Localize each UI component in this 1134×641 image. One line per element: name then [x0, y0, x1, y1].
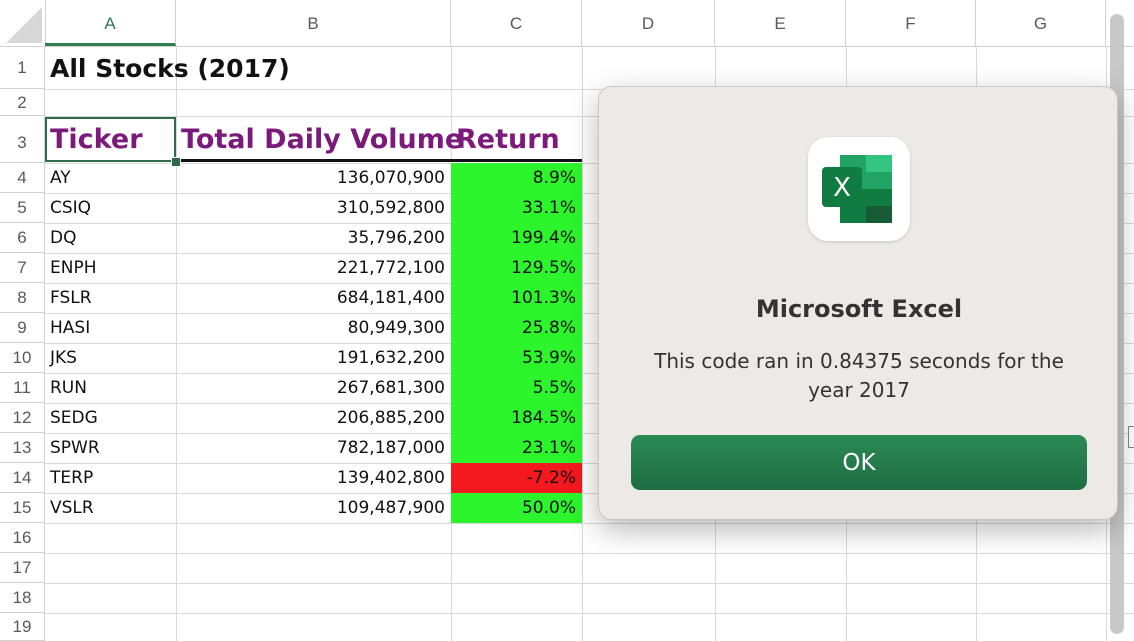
- excel-logo-icon: X: [822, 155, 892, 223]
- ticker-cell[interactable]: CSIQ: [45, 193, 176, 223]
- column-header-c[interactable]: C: [451, 0, 582, 46]
- return-cell[interactable]: 25.8%: [451, 313, 582, 343]
- ok-button[interactable]: OK: [631, 435, 1087, 490]
- excel-app-icon: X: [808, 137, 910, 241]
- row-header-17[interactable]: 17: [0, 553, 45, 583]
- dialog-message: This code ran in 0.84375 seconds for the…: [654, 349, 1064, 402]
- row-header-19[interactable]: 19: [0, 613, 45, 641]
- row-header-15[interactable]: 15: [0, 493, 45, 523]
- gridline-horizontal: [45, 553, 1134, 554]
- volume-cell[interactable]: 109,487,900: [176, 493, 451, 523]
- dialog-title: Microsoft Excel: [755, 295, 963, 323]
- column-header-a[interactable]: A: [45, 0, 176, 46]
- return-cell[interactable]: 129.5%: [451, 253, 582, 283]
- header-return[interactable]: Return: [456, 118, 560, 161]
- select-all-corner[interactable]: [0, 0, 46, 46]
- header-bottom-border: [176, 159, 582, 162]
- volume-cell[interactable]: 684,181,400: [176, 283, 451, 313]
- fill-handle[interactable]: [171, 157, 181, 167]
- ticker-cell[interactable]: FSLR: [45, 283, 176, 313]
- volume-cell[interactable]: 206,885,200: [176, 403, 451, 433]
- return-cell[interactable]: -7.2%: [451, 463, 582, 493]
- ticker-cell[interactable]: HASI: [45, 313, 176, 343]
- row-header-10[interactable]: 10: [0, 343, 45, 373]
- volume-cell[interactable]: 191,632,200: [176, 343, 451, 373]
- row-header-4[interactable]: 4: [0, 163, 45, 193]
- ticker-cell[interactable]: RUN: [45, 373, 176, 403]
- row-header-11[interactable]: 11: [0, 373, 45, 403]
- volume-cell[interactable]: 35,796,200: [176, 223, 451, 253]
- header-total-daily-volume[interactable]: Total Daily Volume: [181, 118, 463, 161]
- ticker-cell[interactable]: SEDG: [45, 403, 176, 433]
- gridline-horizontal: [45, 583, 1134, 584]
- ticker-cell[interactable]: JKS: [45, 343, 176, 373]
- row-header-12[interactable]: 12: [0, 403, 45, 433]
- return-cell[interactable]: 184.5%: [451, 403, 582, 433]
- volume-cell[interactable]: 310,592,800: [176, 193, 451, 223]
- return-cell[interactable]: 33.1%: [451, 193, 582, 223]
- volume-cell[interactable]: 136,070,900: [176, 163, 451, 193]
- volume-cell[interactable]: 80,949,300: [176, 313, 451, 343]
- row-header-1[interactable]: 1: [0, 46, 45, 89]
- ticker-cell[interactable]: VSLR: [45, 493, 176, 523]
- row-header-5[interactable]: 5: [0, 193, 45, 223]
- row-header-8[interactable]: 8: [0, 283, 45, 313]
- excel-logo-letter: X: [833, 173, 851, 203]
- row-header-3[interactable]: 3: [0, 116, 45, 163]
- excel-alert-dialog: X Microsoft Excel This code ran in 0.843…: [598, 86, 1118, 520]
- ticker-cell[interactable]: DQ: [45, 223, 176, 253]
- volume-cell[interactable]: 139,402,800: [176, 463, 451, 493]
- return-cell[interactable]: 23.1%: [451, 433, 582, 463]
- select-all-triangle-icon: [6, 7, 42, 43]
- column-header-f[interactable]: F: [846, 0, 976, 46]
- ticker-cell[interactable]: AY: [45, 163, 176, 193]
- return-cell[interactable]: 8.9%: [451, 163, 582, 193]
- column-header-d[interactable]: D: [582, 0, 715, 46]
- row-header-13[interactable]: 13: [0, 433, 45, 463]
- column-header-g[interactable]: G: [976, 0, 1106, 46]
- row-header-6[interactable]: 6: [0, 223, 45, 253]
- column-header-b[interactable]: B: [176, 0, 451, 46]
- return-cell[interactable]: 5.5%: [451, 373, 582, 403]
- partially-hidden-window-edge: [1128, 426, 1134, 448]
- sheet-title-cell[interactable]: All Stocks (2017): [50, 50, 290, 88]
- row-header-14[interactable]: 14: [0, 463, 45, 493]
- ticker-cell[interactable]: SPWR: [45, 433, 176, 463]
- row-header-9[interactable]: 9: [0, 313, 45, 343]
- volume-cell[interactable]: 267,681,300: [176, 373, 451, 403]
- column-header-e[interactable]: E: [715, 0, 846, 46]
- row-header-18[interactable]: 18: [0, 583, 45, 613]
- volume-cell[interactable]: 782,187,000: [176, 433, 451, 463]
- row-header-16[interactable]: 16: [0, 523, 45, 553]
- gridline-horizontal: [45, 613, 1134, 614]
- gridline-horizontal: [45, 523, 1134, 524]
- return-cell[interactable]: 50.0%: [451, 493, 582, 523]
- return-cell[interactable]: 101.3%: [451, 283, 582, 313]
- active-cell-a3[interactable]: [45, 117, 176, 162]
- ticker-cell[interactable]: TERP: [45, 463, 176, 493]
- row-header-7[interactable]: 7: [0, 253, 45, 283]
- ticker-cell[interactable]: ENPH: [45, 253, 176, 283]
- return-cell[interactable]: 53.9%: [451, 343, 582, 373]
- volume-cell[interactable]: 221,772,100: [176, 253, 451, 283]
- return-cell[interactable]: 199.4%: [451, 223, 582, 253]
- row-header-2[interactable]: 2: [0, 89, 45, 116]
